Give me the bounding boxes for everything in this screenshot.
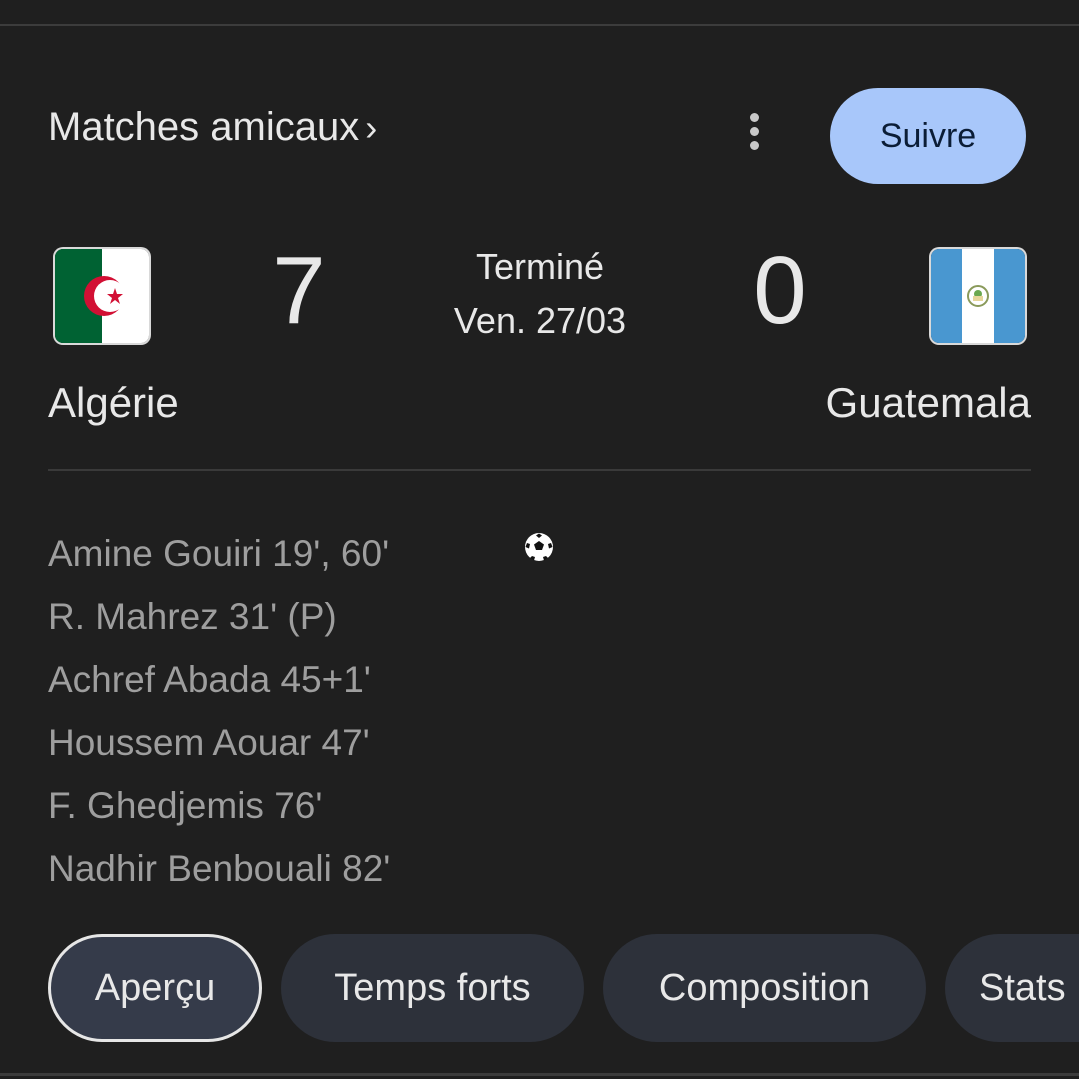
league-label: Matches amicaux [48, 105, 360, 149]
scorer-item: Nadhir Benbouali 82' [48, 848, 391, 889]
top-divider [0, 24, 1079, 26]
goal-scorers-list: Amine Gouiri 19', 60' R. Mahrez 31' (P) … [48, 522, 390, 900]
section-divider [48, 469, 1031, 471]
home-team-name[interactable]: Algérie [48, 378, 179, 428]
tab-stats[interactable]: Stats [945, 934, 1079, 1042]
follow-button[interactable]: Suivre [830, 88, 1026, 184]
soccer-ball-icon [524, 532, 554, 562]
tab-temps-forts[interactable]: Temps forts [281, 934, 584, 1042]
guatemala-flag-icon [931, 249, 1025, 343]
tab-apercu[interactable]: Aperçu [48, 934, 262, 1042]
scorer-item: Amine Gouiri 19', 60' [48, 533, 390, 574]
scorer-item: F. Ghedjemis 76' [48, 785, 323, 826]
bottom-divider [0, 1073, 1079, 1076]
scorer-item: Houssem Aouar 47' [48, 722, 370, 763]
match-status: Terminé [475, 246, 605, 287]
away-team-name[interactable]: Guatemala [826, 378, 1031, 428]
away-score: 0 [753, 237, 807, 344]
home-score: 7 [272, 237, 326, 344]
scorer-item: Achref Abada 45+1' [48, 659, 371, 700]
scorer-item: R. Mahrez 31' (P) [48, 596, 337, 637]
match-card: Matches amicaux › Suivre 7 Terminé Ven. 2… [0, 0, 1079, 1079]
match-date: Ven. 27/03 [453, 300, 627, 341]
algeria-flag-icon [55, 249, 149, 343]
league-link[interactable]: Matches amicaux › [48, 104, 377, 151]
chevron-right-icon: › [365, 107, 378, 148]
tab-composition[interactable]: Composition [603, 934, 926, 1042]
more-vertical-icon[interactable] [734, 110, 776, 152]
